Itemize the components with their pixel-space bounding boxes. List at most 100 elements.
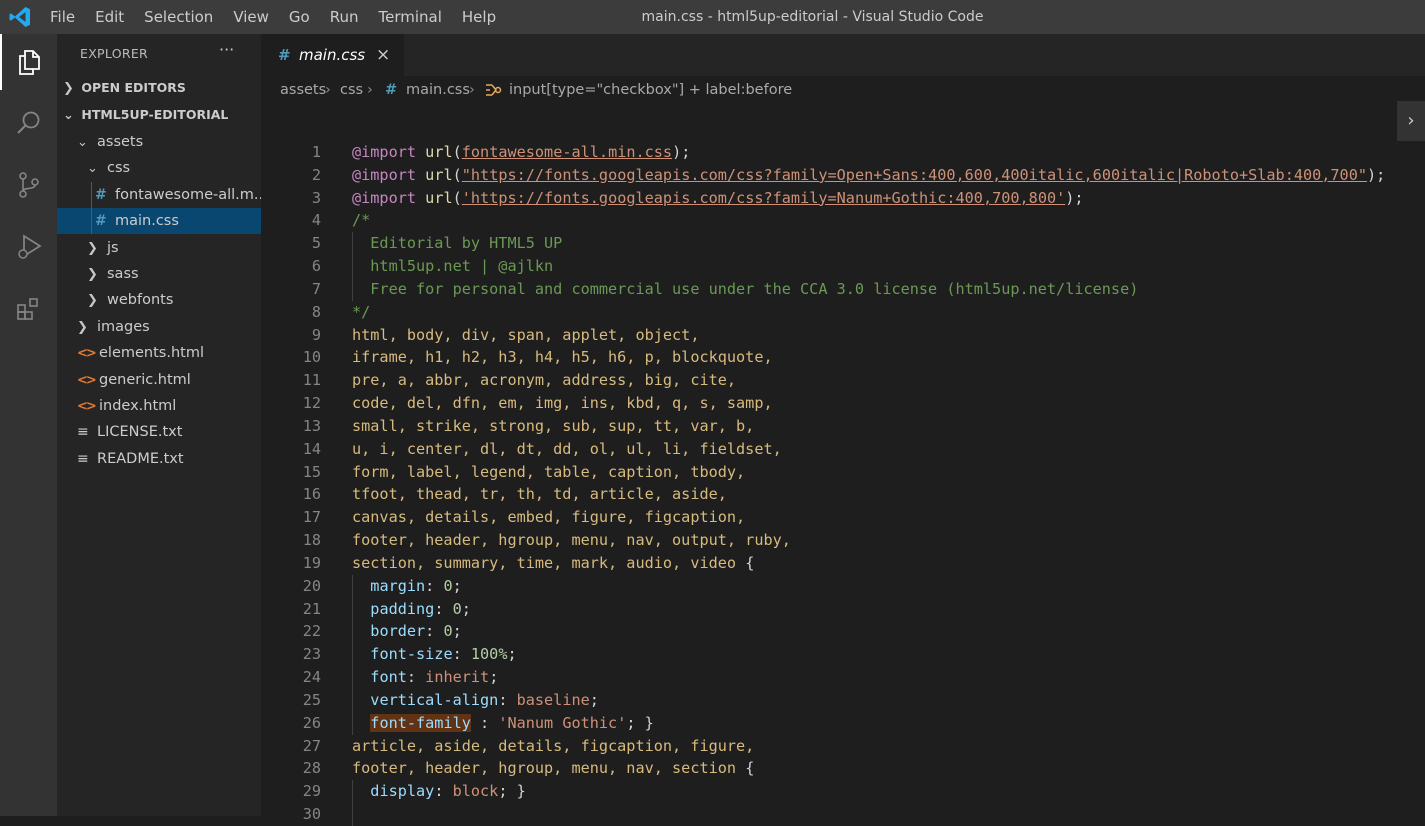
line-text: html5up.net | @ajlkn (352, 255, 553, 278)
code-token: code, del, dfn, em, img, ins, kbd, q, s,… (352, 394, 773, 413)
code-token: @import (352, 143, 417, 161)
more-actions-icon[interactable]: ··· (219, 40, 234, 59)
code-token: /* (352, 211, 371, 230)
code-line: 22 border: 0; (261, 620, 1425, 644)
code-token: url (425, 188, 453, 207)
html-file-icon: <> (77, 399, 97, 414)
tree-item-label: LICENSE.txt (97, 424, 183, 441)
code-line: 20 margin: 0; (261, 574, 1425, 598)
code-line: 11 pre, a, abbr, acronym, address, big, c… (261, 369, 1425, 392)
line-number: 28 (302, 759, 321, 778)
indent-guide (352, 597, 353, 621)
code-token: baseline (516, 690, 590, 709)
explorer-sidebar: EXPLORER ··· ❯ OPEN EDITORS ⌄ HTML5UP-ED… (57, 34, 261, 816)
chevron-right-icon: › (325, 82, 331, 98)
line-number: 2 (311, 165, 321, 184)
html-file-icon: <> (77, 372, 97, 388)
code-token: small, strike, strong, sub, sup, tt, var… (352, 416, 755, 435)
extensions-button[interactable] (0, 281, 57, 337)
line-number: 16 (302, 485, 321, 504)
tree-item-fontawesome-all-m-[interactable]: # fontawesome-all.m... (57, 182, 261, 208)
code-line: 18 footer, header, hgroup, menu, nav, out… (261, 529, 1425, 552)
line-text: pre, a, abbr, acronym, address, big, cit… (352, 369, 736, 392)
close-tab-icon[interactable]: × (376, 34, 390, 76)
tab-main-css[interactable]: # main.css × (261, 34, 404, 76)
indent-guide (352, 666, 353, 689)
code-line: 9 html, body, div, span, applet, object, (261, 324, 1425, 347)
window-title: main.css - html5up-editorial - Visual St… (641, 9, 984, 25)
expand-panel-icon[interactable]: › (1397, 101, 1425, 141)
breadcrumb-assets[interactable]: assets (280, 76, 326, 104)
code-line: 12 code, del, dfn, em, img, ins, kbd, q, … (261, 392, 1425, 415)
explorer-button[interactable] (0, 34, 57, 90)
tree-item-css[interactable]: ⌄ css (57, 155, 261, 181)
line-number: 29 (302, 782, 321, 801)
code-token: : (434, 599, 453, 618)
line-text: iframe, h1, h2, h3, h4, h5, h6, p, block… (352, 346, 773, 369)
project-section[interactable]: ⌄ HTML5UP-EDITORIAL (57, 102, 261, 128)
line-text: code, del, dfn, em, img, ins, kbd, q, s,… (352, 392, 773, 415)
run-debug-button[interactable] (0, 219, 57, 275)
line-text: @import url('https://fonts.googleapis.co… (352, 187, 1084, 210)
code-token: { (736, 759, 755, 778)
open-editors-section[interactable]: ❯ OPEN EDITORS (57, 75, 261, 101)
tree-item-webfonts[interactable]: ❯ webfonts (57, 287, 261, 313)
tree-item-main-css[interactable]: # main.css (57, 208, 261, 235)
breadcrumb-symbol[interactable]: input[type="checkbox"] + label:before (509, 76, 792, 104)
code-token: margin (370, 576, 426, 595)
line-text: padding: 0; (352, 598, 471, 621)
tree-item-license-txt[interactable]: ≡ LICENSE.txt (57, 419, 261, 445)
code-line: 1 @import url(fontawesome-all.min.css); (261, 141, 1425, 164)
code-token: pre, a, abbr, acronym, address, big, cit… (352, 371, 737, 390)
text-file-icon: ≡ (77, 450, 89, 467)
code-line: 28 footer, header, hgroup, menu, nav, sec… (261, 757, 1425, 780)
code-token: ; (452, 576, 462, 595)
line-number: 4 (311, 211, 321, 230)
code-token: ; (507, 645, 517, 664)
tree-item-index-html[interactable]: <> index.html (57, 393, 261, 419)
indent-guide (352, 688, 353, 712)
line-number: 11 (302, 371, 321, 390)
tree-item-generic-html[interactable]: <> generic.html (57, 367, 261, 393)
code-line: 7 Free for personal and commercial use u… (261, 277, 1425, 301)
code-token: ( (452, 165, 462, 184)
tree-item-readme-txt[interactable]: ≡ README.txt (57, 446, 261, 472)
tree-item-assets[interactable]: ⌄ assets (57, 129, 261, 155)
code-line: 8 */ (261, 301, 1425, 324)
search-button[interactable] (0, 95, 57, 151)
line-text: font-size: 100%; (352, 643, 517, 666)
line-text: Editorial by HTML5 UP (352, 232, 562, 255)
code-token: ; } (498, 782, 526, 801)
code-token: : (498, 690, 517, 709)
tree-item-js[interactable]: ❯ js (57, 235, 261, 261)
breadcrumb-css[interactable]: css (340, 76, 363, 104)
code-token: font (370, 668, 407, 687)
code-token: : (452, 645, 471, 664)
css-file-icon: # (278, 46, 291, 64)
tab-bar: # main.css × (261, 34, 1425, 76)
tree-item-elements-html[interactable]: <> elements.html (57, 340, 261, 366)
line-number: 1 (311, 143, 321, 161)
code-token: font-size (370, 645, 453, 664)
code-line: 29 display: block; } (261, 780, 1425, 804)
code-line: 24 font: inherit; (261, 666, 1425, 689)
code-line: 26 font-family : 'Nanum Gothic'; } (261, 711, 1425, 735)
source-control-button[interactable] (0, 157, 57, 213)
line-text: vertical-align: baseline; (352, 689, 599, 712)
line-number: 6 (311, 257, 321, 276)
project-label: HTML5UP-EDITORIAL (81, 107, 229, 122)
tree-item-sass[interactable]: ❯ sass (57, 261, 261, 287)
title-bar: File Edit Selection View Go Run Terminal… (0, 0, 1425, 34)
code-token: "https://fonts.googleapis.com/css?family… (461, 165, 1367, 184)
line-text: footer, header, hgroup, menu, nav, secti… (352, 757, 754, 780)
breadcrumb-file[interactable]: main.css (406, 76, 470, 104)
line-number: 23 (302, 645, 321, 664)
code-editor[interactable]: 1 @import url(fontawesome-all.min.css); 2 @… (261, 104, 1425, 826)
line-text: u, i, center, dl, dt, dd, ol, ul, li, fi… (352, 438, 782, 461)
indent-guide (352, 620, 353, 644)
tree-item-images[interactable]: ❯ images (57, 314, 261, 340)
code-line: 14 u, i, center, dl, dt, dd, ol, ul, li, … (261, 438, 1425, 461)
